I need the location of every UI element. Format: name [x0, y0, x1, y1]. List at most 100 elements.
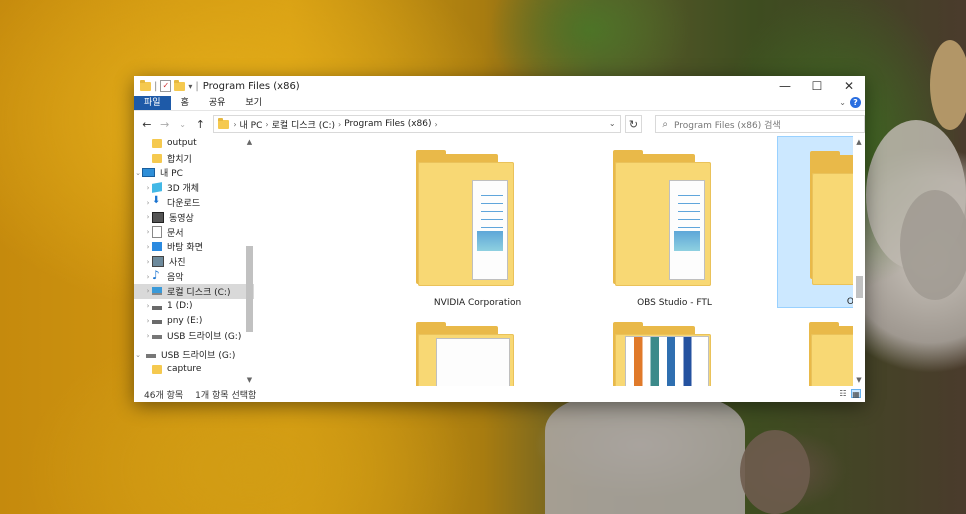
large-icons-view-icon[interactable]: ▦ [851, 389, 861, 399]
address-history-dropdown[interactable]: ⌄ [609, 119, 616, 128]
wallpaper-mushroom-small [740, 430, 810, 514]
tree-chevron-icon[interactable]: › [144, 243, 152, 251]
tree-chevron-icon[interactable]: › [144, 258, 152, 266]
file-view-scrollbar[interactable]: ▲ ▼ [853, 136, 865, 386]
new-folder-icon[interactable] [174, 79, 186, 91]
tab-share[interactable]: 공유 [199, 96, 236, 110]
nav-item-music[interactable]: › 음악 [134, 268, 254, 284]
breadcrumb-separator[interactable]: › [435, 120, 438, 129]
minimize-button[interactable]: — [769, 76, 801, 96]
tab-file[interactable]: 파일 [134, 96, 171, 110]
expand-ribbon-button[interactable]: ⌄ [839, 98, 846, 107]
pictures-icon [152, 256, 164, 268]
nav-item-label: pny (E:) [167, 315, 203, 326]
nav-item-label: output [167, 138, 197, 149]
nav-item-local-disk-c[interactable]: › 로컬 디스크 (C:) [134, 283, 254, 299]
nav-item-usb-drive-g-root[interactable]: ⌄ USB 드라이브 (G:) [134, 347, 254, 362]
nav-item-drive-d[interactable]: › 1 (D:) [134, 299, 254, 314]
folder-item-row2-1[interactable] [394, 322, 561, 386]
customize-quick-access-button[interactable]: ▾ [188, 82, 192, 91]
wallpaper-mushroom-top [930, 40, 966, 130]
window-controls: — ☐ ✕ [769, 76, 865, 96]
scroll-up-icon[interactable]: ▲ [245, 138, 254, 146]
nav-item-drive-e[interactable]: › pny (E:) [134, 314, 254, 329]
item-label: Origin [846, 297, 853, 307]
usb-drive-icon [152, 335, 162, 340]
help-icon[interactable]: ? [850, 97, 861, 108]
folder-with-documents-icon [414, 322, 518, 386]
nav-item-3d-objects[interactable]: › 3D 개체 [134, 180, 254, 195]
up-button[interactable]: ↑ [193, 118, 207, 131]
navigation-scrollbar[interactable]: ▲ ▼ [245, 136, 254, 386]
3d-objects-icon [152, 182, 162, 194]
tree-chevron-icon[interactable]: › [144, 287, 152, 295]
nav-item-pictures[interactable]: › 사진 [134, 254, 254, 269]
tree-chevron-icon[interactable]: › [144, 332, 152, 340]
nav-item-label: capture [167, 364, 202, 375]
nav-item-label: 동영상 [169, 213, 194, 224]
breadcrumb-local-disk[interactable]: 로컬 디스크 (C:) [272, 118, 335, 131]
nav-item-label: 문서 [167, 228, 184, 239]
scroll-thumb[interactable] [246, 246, 253, 332]
tree-chevron-icon[interactable]: › [144, 273, 152, 281]
tree-chevron-icon[interactable]: › [144, 302, 152, 310]
back-button[interactable]: ← [140, 118, 154, 131]
nav-item-label: 음악 [167, 273, 184, 284]
tab-view[interactable]: 보기 [235, 96, 272, 110]
breadcrumb-this-pc[interactable]: 내 PC [240, 118, 263, 131]
nav-item-videos[interactable]: › 동영상 [134, 210, 254, 225]
details-view-icon[interactable]: ☷ [838, 389, 848, 398]
tab-home[interactable]: 홈 [171, 96, 199, 110]
wallpaper-mushroom-stem [545, 395, 745, 514]
window-title: Program Files (x86) [202, 80, 300, 92]
refresh-button[interactable]: ↻ [624, 115, 643, 133]
usb-drive-icon [146, 354, 156, 359]
view-switcher: ☷ ▦ [838, 389, 861, 399]
folder-item-row2-2[interactable] [591, 322, 758, 386]
folder-item-nvidia[interactable]: NVIDIA Corporation [394, 136, 561, 308]
forward-button[interactable]: → [158, 118, 172, 131]
nav-item-usb-drive-g[interactable]: › USB 드라이브 (G:) [134, 328, 254, 343]
folder-item-row2-3[interactable] [787, 322, 853, 386]
search-box[interactable]: ⌕ Program Files (x86) 검색 [655, 115, 865, 133]
tree-chevron-icon[interactable]: › [144, 184, 152, 192]
search-icon: ⌕ [662, 118, 668, 130]
tree-chevron-icon[interactable]: › [144, 317, 152, 325]
item-label: NVIDIA Corporation [433, 298, 522, 308]
nav-item-desktop[interactable]: › 바탕 화면 [134, 240, 254, 255]
navigation-tree: output 합치기 ⌄ 내 PC › 3D 개체 › 다운로드 › 동영상 › 문서 ›… [134, 136, 254, 377]
breadcrumb-program-files[interactable]: Program Files (x86) [344, 119, 431, 129]
breadcrumb-separator[interactable]: › [265, 120, 268, 129]
scroll-thumb[interactable] [856, 276, 863, 298]
nav-item-merge[interactable]: 합치기 [134, 151, 254, 166]
maximize-button[interactable]: ☐ [801, 76, 833, 96]
folder-with-documents-icon [414, 150, 518, 288]
properties-icon[interactable]: ✓ [160, 80, 172, 92]
folder-with-chart-icon [611, 322, 715, 386]
recent-locations-button[interactable]: ⌄ [176, 120, 190, 129]
tree-chevron-icon[interactable]: › [144, 228, 152, 236]
drive-icon [152, 320, 162, 325]
ribbon-right-controls: ⌄ ? [839, 97, 861, 108]
nav-item-output[interactable]: output [134, 136, 254, 151]
tree-chevron-icon[interactable]: › [144, 199, 152, 207]
tree-chevron-icon[interactable]: ⌄ [134, 351, 142, 359]
nav-item-downloads[interactable]: › 다운로드 [134, 195, 254, 210]
address-bar[interactable]: › 내 PC › 로컬 디스크 (C:) › Program Files (x8… [213, 115, 621, 133]
folder-item-origin[interactable]: Origin [777, 136, 853, 308]
nav-item-documents[interactable]: › 문서 [134, 225, 254, 240]
nav-item-label: USB 드라이브 (G:) [167, 332, 242, 343]
scroll-down-icon[interactable]: ▼ [853, 376, 865, 384]
nav-item-this-pc[interactable]: ⌄ 내 PC [134, 166, 254, 181]
breadcrumb-separator[interactable]: › [338, 120, 341, 129]
tree-chevron-icon[interactable]: ⌄ [134, 169, 142, 177]
folder-icon [140, 79, 151, 91]
wallpaper-mushroom-cap-2 [900, 190, 966, 300]
nav-item-label: 사진 [169, 258, 186, 269]
nav-item-capture[interactable]: capture [134, 362, 254, 377]
scroll-down-icon[interactable]: ▼ [245, 376, 254, 384]
tree-chevron-icon[interactable]: › [144, 213, 152, 221]
folder-item-obs[interactable]: OBS Studio - FTL [591, 136, 758, 308]
close-button[interactable]: ✕ [833, 76, 865, 96]
scroll-up-icon[interactable]: ▲ [853, 138, 865, 146]
